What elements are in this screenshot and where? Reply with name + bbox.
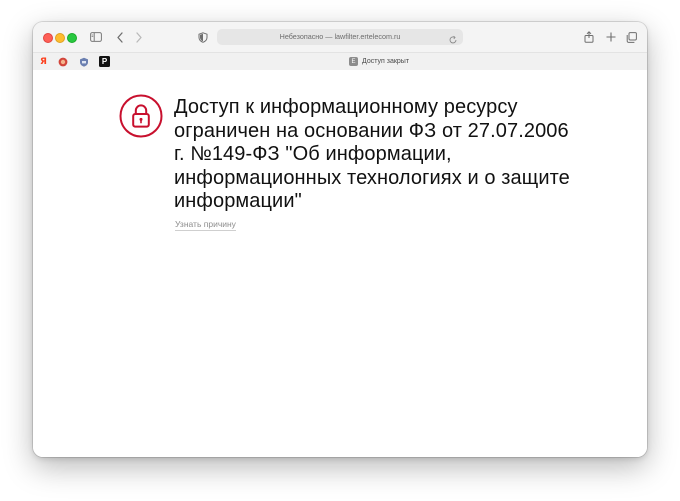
toolbar: Небезопасно — lawfilter.ertelecom.ru <box>33 22 647 52</box>
favorite-yandex-icon[interactable]: Я <box>38 56 49 67</box>
share-icon[interactable] <box>582 30 596 44</box>
favorite-site-icon[interactable] <box>57 56 68 67</box>
favorites-and-tab-bar: Я P E Доступ закрыт <box>33 52 647 71</box>
favorite-site-icon[interactable] <box>78 56 89 67</box>
back-icon[interactable] <box>113 30 127 44</box>
browser-window: Небезопасно — lawfilter.ertelecom.ru Я P… <box>33 22 647 457</box>
address-text: Небезопасно — lawfilter.ertelecom.ru <box>279 32 401 41</box>
new-tab-icon[interactable] <box>604 30 618 44</box>
forward-icon[interactable] <box>132 30 146 44</box>
sidebar-icon[interactable] <box>89 30 103 44</box>
address-bar[interactable]: Небезопасно — lawfilter.ertelecom.ru <box>217 29 463 45</box>
favorite-site-icon[interactable]: P <box>99 56 110 67</box>
close-window-button[interactable] <box>43 33 53 43</box>
maximize-window-button[interactable] <box>67 33 77 43</box>
minimize-window-button[interactable] <box>55 33 65 43</box>
reload-icon[interactable] <box>448 32 458 44</box>
tab-favicon-icon: E <box>349 57 358 66</box>
lock-icon <box>119 94 163 138</box>
privacy-shield-icon[interactable] <box>196 30 210 44</box>
tab-title: Доступ закрыт <box>362 58 410 65</box>
learn-reason-link[interactable]: Узнать причину <box>175 219 236 231</box>
page-title: Доступ к информационному ресурсу огранич… <box>174 96 570 212</box>
tab-active[interactable]: E Доступ закрыт <box>349 53 409 70</box>
page-content: Доступ к информационному ресурсу огранич… <box>33 70 647 457</box>
tabs-overview-icon[interactable] <box>624 30 638 44</box>
